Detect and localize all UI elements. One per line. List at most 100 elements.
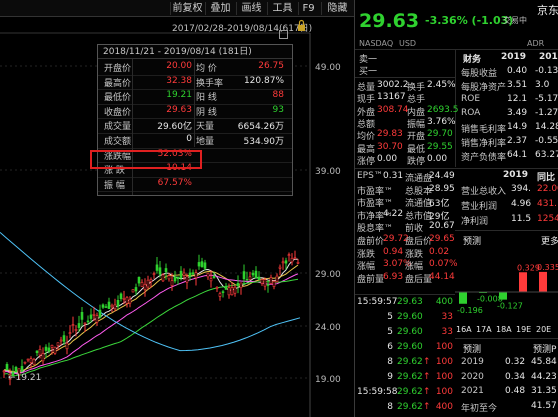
candle-body — [50, 344, 54, 348]
lock-icon[interactable] — [298, 19, 305, 32]
candle-body — [59, 339, 63, 342]
finance-row-value-prev: -0.55 — [535, 136, 558, 146]
tick-direction: ↑ — [423, 372, 431, 382]
candle-body — [233, 286, 237, 294]
tick-volume: 100 — [435, 342, 453, 352]
valuation-label: 涨跌 — [405, 249, 424, 260]
candle-body — [155, 264, 159, 271]
toolbar-tools-button[interactable]: 工具 — [267, 2, 297, 15]
tick-price: 29.62 — [397, 387, 423, 397]
popup-row-value: 534.90万 — [243, 137, 285, 147]
candle-body — [65, 342, 69, 350]
candle-body — [92, 313, 96, 316]
finance-row-value: 14.9 — [507, 122, 528, 132]
tick-time: 5 — [387, 327, 393, 337]
popup-row-label: 阳 线 — [196, 93, 217, 104]
candle-body — [68, 332, 72, 334]
finance-row-label: ROE — [461, 94, 481, 104]
candle-body — [44, 346, 48, 351]
candle-body — [203, 262, 207, 269]
popup-row-value: 0 — [186, 134, 192, 144]
ma40-line — [3, 278, 299, 377]
toolbar-f9-button[interactable]: F9 — [298, 2, 318, 15]
popup-row-label: 开盘价 — [104, 64, 132, 74]
tick-time: 15:59:57 — [357, 297, 398, 307]
finance-year-prev: 2018 — [539, 52, 558, 62]
candle-body — [140, 282, 144, 287]
candle-body — [251, 272, 255, 276]
finance-row-value-prev: 14.28 — [535, 122, 558, 132]
close-icon[interactable] — [279, 30, 288, 39]
candle-body — [173, 276, 177, 282]
valuation-value: 0.02 — [429, 246, 450, 257]
quote-stat-label: 外盘 — [357, 107, 376, 118]
tick-time: 5 — [387, 312, 393, 322]
finance-row-value-prev: -1.27 — [535, 108, 558, 118]
candle-body — [107, 301, 111, 310]
candle-body — [86, 320, 90, 323]
finance-row-value: 3.49 — [507, 108, 528, 118]
candle-body — [32, 358, 36, 365]
toolbar-draw-button[interactable]: 画线 — [236, 2, 266, 15]
tick-volume: 400 — [435, 402, 453, 412]
candle-body — [152, 273, 156, 275]
finance-year: 2019 — [501, 52, 527, 62]
quote-stat-label: 开盘 — [407, 132, 426, 143]
moving-average-lines — [0, 232, 301, 377]
candle-body — [206, 272, 210, 278]
candle-body — [5, 364, 9, 371]
toolbar-overlay-button[interactable]: 叠加 — [205, 2, 235, 15]
quote-stat-label: 涨停 — [357, 156, 376, 167]
valuation-label: EPS™ — [357, 171, 383, 181]
candle-body — [71, 324, 75, 326]
finance-row-value-prev: -5.17 — [535, 94, 558, 104]
currency-label: USD — [399, 39, 417, 48]
popup-row-label: 地量 — [196, 137, 215, 147]
candle-body — [95, 315, 99, 323]
candle-body — [74, 329, 78, 331]
candle-body — [80, 312, 84, 320]
y-axis-label: 19.00 — [315, 375, 341, 385]
popup-row-label: 均 价 — [196, 64, 217, 74]
finance-row-value: 64.1 — [507, 150, 528, 160]
candle-body — [146, 279, 150, 288]
quote-stat-value: 13167 — [377, 92, 406, 103]
toolbar-hide-button[interactable]: 隐藏 — [321, 2, 353, 15]
popup-row-label: 最高价 — [104, 78, 132, 89]
candle-body — [263, 279, 267, 287]
quote-stat-value: 29.70 — [427, 129, 453, 140]
candle-body — [167, 275, 171, 280]
candle-body — [62, 335, 66, 342]
quote-stat-label: 总手 — [407, 95, 426, 106]
candle-body — [218, 293, 222, 297]
valuation-label: 股息率™ — [357, 224, 394, 235]
valuation-label: 总股本 — [405, 186, 433, 197]
forecast-bar — [459, 292, 467, 304]
forecast-bar — [539, 271, 547, 292]
forecast-row-pe: 41.57 — [531, 400, 557, 411]
candle-body — [101, 304, 105, 308]
popup-row-label: 成交量 — [104, 122, 132, 133]
candle-body — [38, 349, 42, 356]
adr-label: ADR — [527, 39, 545, 48]
candle-body — [53, 346, 57, 354]
candle-body — [242, 271, 246, 280]
quote-stat-value: 3002.2 — [377, 80, 409, 90]
price-change: -3.36% (-1.03) — [425, 14, 514, 27]
quote-panel: 29.63 -3.36% (-1.03) 交易中 京东 NASDAQ USD A… — [354, 0, 558, 417]
candle-body — [125, 297, 129, 304]
popup-title: 2018/11/21 - 2019/08/14 (181日) — [98, 45, 292, 59]
candle-body — [176, 277, 180, 280]
quote-stat-label: 现手 — [357, 95, 376, 106]
quote-stat-value: 3.76% — [427, 116, 456, 127]
quote-stat-value: 29.83 — [377, 129, 403, 140]
candle-body — [131, 289, 135, 293]
valuation-label: 总市值 — [405, 211, 433, 222]
annual-row-label: 营业总收入 — [461, 187, 507, 197]
candle-body — [185, 276, 189, 283]
popup-row-value: 6654.26万 — [237, 122, 284, 133]
valuation-value: 0.31 — [383, 171, 404, 181]
valuation-label: 前收 — [405, 224, 424, 235]
toolbar-adjust-button[interactable]: 前复权 — [170, 2, 204, 15]
quote-stat-value: 0.00 — [377, 153, 398, 164]
